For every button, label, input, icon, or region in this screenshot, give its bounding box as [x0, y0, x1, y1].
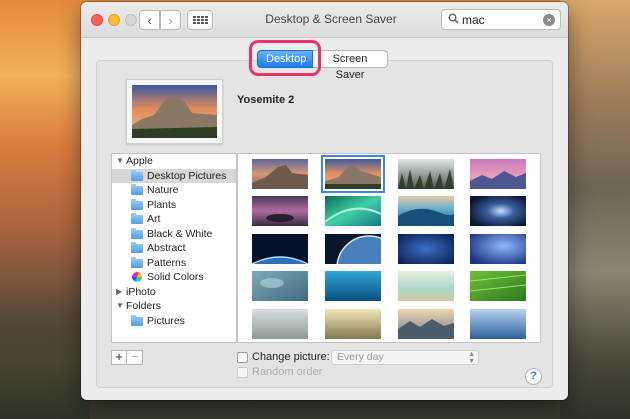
wallpaper-thumb-ice-clouds[interactable]: [252, 271, 308, 301]
wallpaper-thumb-misty-lake-mountains[interactable]: [398, 309, 454, 339]
wallpaper-thumb-purple-rocks-sea[interactable]: [252, 196, 308, 226]
search-icon: [448, 13, 459, 24]
sidebar-item-art[interactable]: Art: [112, 212, 236, 227]
wallpaper-thumb-blue-ocean-wave[interactable]: [398, 196, 454, 226]
sidebar-item-solid-colors[interactable]: Solid Colors: [112, 270, 236, 285]
folder-icon: [131, 314, 143, 326]
current-wallpaper-preview: [126, 79, 223, 144]
search-field[interactable]: mac ×: [441, 9, 561, 30]
wallpaper-grid: [237, 153, 541, 343]
close-button[interactable]: [91, 14, 103, 26]
change-picture-checkbox[interactable]: [237, 352, 248, 363]
help-button[interactable]: ?: [525, 368, 542, 385]
folder-icon: [131, 169, 143, 181]
wallpaper-name: Yosemite 2: [237, 94, 295, 106]
minimize-button[interactable]: [108, 14, 120, 26]
folder-icon: [131, 184, 143, 195]
folder-icon: [131, 256, 143, 268]
content-panel: Yosemite 2 ▼ Apple Desktop Pictures Natu…: [96, 60, 553, 388]
wallpaper-thumb-sunbeams-field[interactable]: [325, 309, 381, 339]
show-all-button[interactable]: [187, 10, 213, 30]
wallpaper-thumb-galaxy[interactable]: [470, 196, 526, 226]
wallpaper-thumb-green-fields[interactable]: [470, 271, 526, 301]
wallpaper-thumb-white-sand[interactable]: [398, 271, 454, 301]
sidebar-item-desktop-pictures[interactable]: Desktop Pictures: [112, 168, 236, 183]
add-remove-controls: + −: [111, 350, 143, 365]
disclosure-down-icon[interactable]: ▼: [116, 154, 124, 168]
sidebar-item-patterns[interactable]: Patterns: [112, 256, 236, 271]
wallpaper-thumb-earth-horizon[interactable]: [252, 234, 308, 264]
preferences-window: ‹ › Desktop & Screen Saver mac × Yosemit…: [81, 2, 568, 400]
folder-icon: [131, 198, 143, 210]
remove-folder-button[interactable]: −: [127, 350, 143, 365]
wallpaper-thumb-blue-starfield[interactable]: [398, 234, 454, 264]
group-iphoto[interactable]: ▶ iPhoto: [112, 285, 236, 300]
disclosure-right-icon[interactable]: ▶: [116, 285, 122, 299]
change-picture-label: Change picture:: [252, 351, 330, 363]
wallpaper-thumb-forest-fog[interactable]: [398, 159, 454, 189]
chevron-left-icon: ‹: [147, 12, 152, 28]
sidebar-item-pictures[interactable]: Pictures: [112, 314, 236, 329]
title-bar[interactable]: ‹ › Desktop & Screen Saver mac ×: [81, 2, 568, 38]
folder-icon: [131, 227, 143, 239]
wallpaper-thumb-green-wave[interactable]: [325, 196, 381, 226]
folder-icon: [131, 242, 143, 253]
desktop-wallpaper-bottom: [0, 299, 90, 419]
disclosure-down-icon[interactable]: ▼: [116, 299, 124, 313]
color-wheel-icon: [132, 272, 142, 282]
window-title: Desktop & Screen Saver: [265, 12, 397, 26]
highlight-annotation: [249, 40, 321, 76]
sidebar-item-nature[interactable]: Nature: [112, 183, 236, 198]
wallpaper-thumb-blue-hills-haze[interactable]: [470, 309, 526, 339]
interval-value: Every day: [337, 351, 384, 363]
search-input[interactable]: mac: [462, 13, 485, 27]
clear-search-icon[interactable]: ×: [543, 14, 555, 26]
wallpaper-thumb-yosemite-2[interactable]: [321, 155, 385, 193]
yosemite-preview-image: [132, 85, 217, 138]
sidebar-item-plants[interactable]: Plants: [112, 198, 236, 213]
source-list: ▼ Apple Desktop Pictures Nature Plants A…: [111, 153, 237, 343]
sidebar-item-black-white[interactable]: Black & White: [112, 227, 236, 242]
wallpaper-thumb-purple-sky-mountains[interactable]: [470, 159, 526, 189]
group-folders[interactable]: ▼ Folders: [112, 299, 236, 314]
wallpaper-thumb-underwater-blue[interactable]: [325, 271, 381, 301]
wallpaper-thumb-hazy-landscape[interactable]: [252, 309, 308, 339]
forward-button[interactable]: ›: [160, 10, 181, 30]
zoom-button[interactable]: [125, 14, 137, 26]
sidebar-item-abstract[interactable]: Abstract: [112, 241, 236, 256]
group-apple[interactable]: ▼ Apple: [112, 154, 236, 169]
wallpaper-thumb-blue-nebula[interactable]: [470, 234, 526, 264]
updown-arrows-icon: ▲ ▼: [468, 351, 475, 365]
random-order-checkbox[interactable]: [237, 367, 248, 378]
folder-icon: [131, 213, 143, 224]
add-folder-button[interactable]: +: [111, 350, 127, 365]
back-button[interactable]: ‹: [139, 10, 160, 30]
desktop-wallpaper-right: [560, 0, 630, 419]
interval-select[interactable]: Every day ▲ ▼: [331, 350, 479, 365]
wallpaper-thumb-yosemite-dusk[interactable]: [252, 159, 308, 189]
tab-screen-saver[interactable]: Screen Saver: [313, 50, 388, 81]
chevron-right-icon: ›: [168, 12, 173, 28]
wallpaper-thumb-earth-from-orbit[interactable]: [325, 234, 381, 264]
random-order-label: Random order: [252, 366, 323, 378]
